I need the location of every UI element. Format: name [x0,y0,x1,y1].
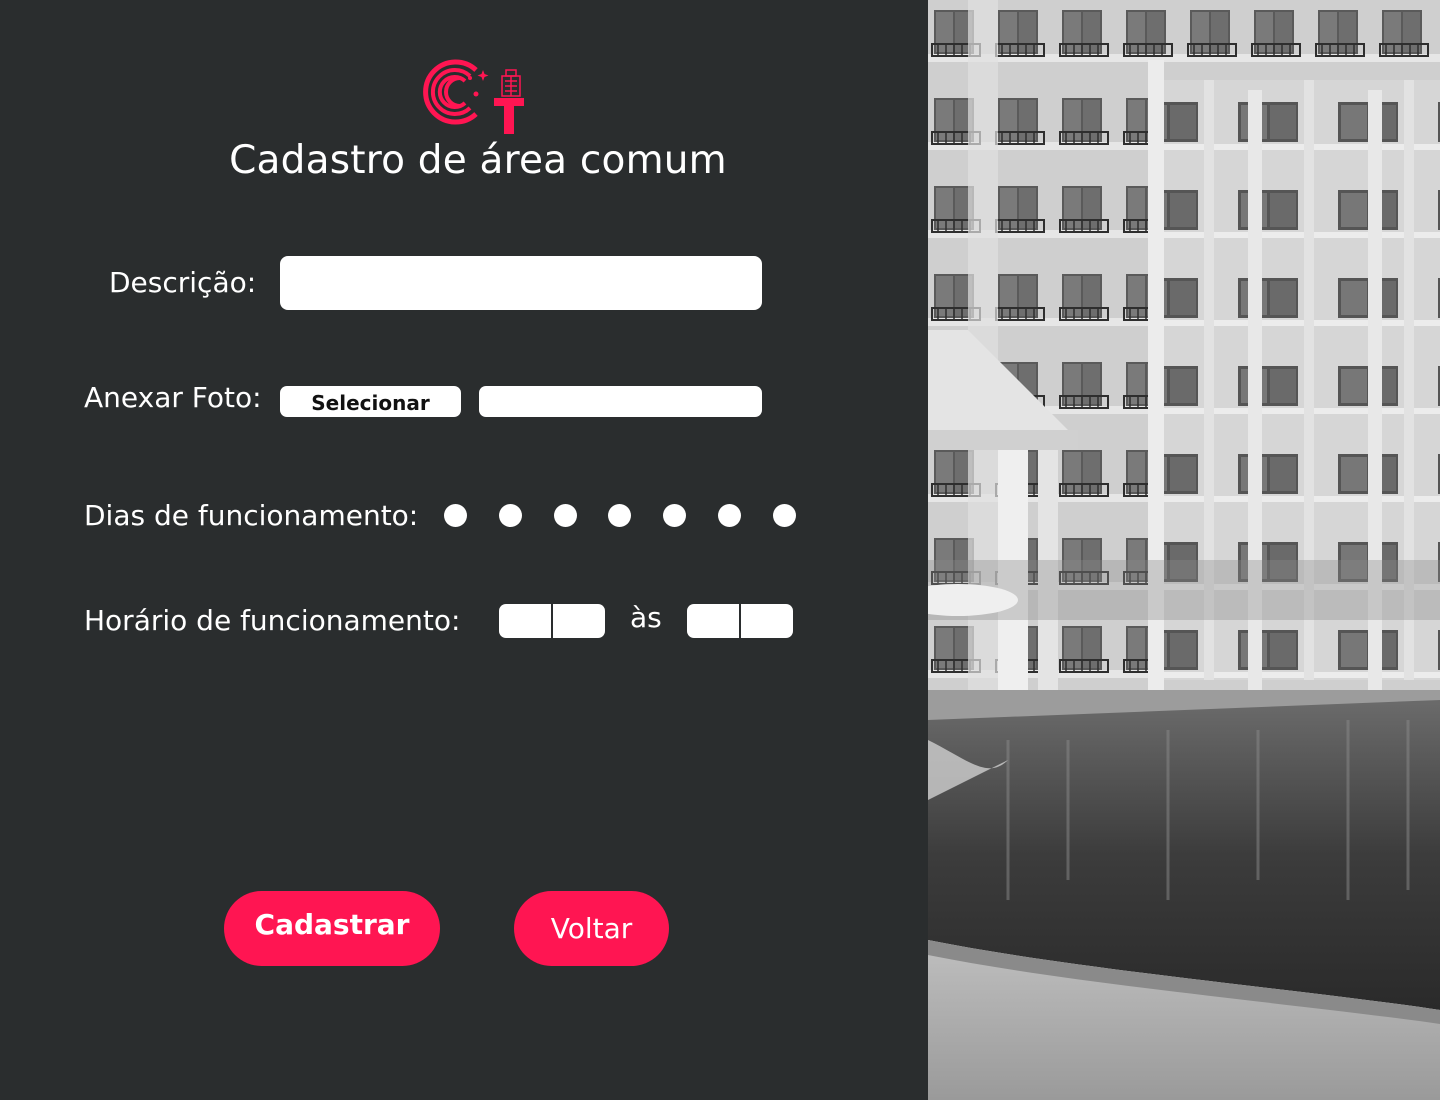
day-radio-5[interactable] [663,504,686,527]
file-name-field[interactable] [479,386,762,417]
anexar-foto-label: Anexar Foto: [84,381,262,414]
select-file-button[interactable]: Selecionar [280,386,461,417]
start-minute-field[interactable] [553,604,605,638]
building-photo [928,0,1440,1100]
descricao-label: Descrição: [109,266,257,299]
day-radio-3[interactable] [554,504,577,527]
day-radio-7[interactable] [773,504,796,527]
end-time-input [687,604,793,638]
descricao-input[interactable] [280,256,762,310]
day-radio-6[interactable] [718,504,741,527]
start-hour-field[interactable] [499,604,551,638]
end-minute-field[interactable] [741,604,793,638]
app-logo-icon [423,59,524,134]
day-radio-1[interactable] [444,504,467,527]
day-radio-2[interactable] [499,504,522,527]
start-time-input [499,604,605,638]
as-label: às [630,601,662,634]
page-title: Cadastro de área comum [229,138,727,183]
hotel-pool-image [928,0,1440,1100]
form-panel: Cadastro de área comum Descrição: Anexar… [0,0,928,1100]
end-hour-field[interactable] [687,604,739,638]
dias-funcionamento-label: Dias de funcionamento: [84,499,419,532]
cadastrar-button[interactable]: Cadastrar [224,891,440,966]
voltar-button[interactable]: Voltar [514,891,669,966]
day-radio-4[interactable] [608,504,631,527]
horario-funcionamento-label: Horário de funcionamento: [84,604,461,637]
